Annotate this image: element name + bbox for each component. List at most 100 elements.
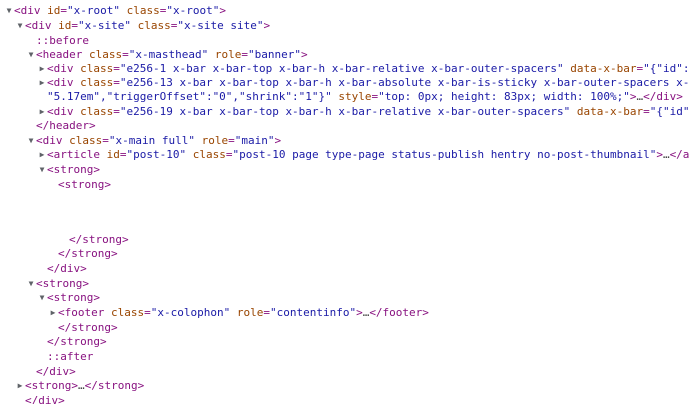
- dom-node-row[interactable]: </div>: [0, 261, 690, 276]
- tag-token: >: [656, 148, 663, 161]
- equals-sign: =: [228, 134, 235, 147]
- dom-node-row[interactable]: ▼ <header class="x-masthead" role="banner…: [0, 47, 690, 62]
- attribute-value: "{"id":"e2: [643, 62, 690, 75]
- tag-token: >: [356, 306, 363, 319]
- dom-node-row[interactable]: ▶ <strong>…</strong>: [0, 378, 690, 393]
- tag-token: </strong>: [69, 233, 129, 246]
- collapse-triangle-icon[interactable]: ▶: [37, 61, 47, 76]
- collapse-triangle-icon[interactable]: ▶: [37, 104, 47, 119]
- attribute-name: id: [106, 148, 120, 161]
- tag-token: <div: [47, 76, 81, 89]
- tag-token: >: [219, 4, 226, 17]
- collapse-triangle-icon[interactable]: ▶: [37, 75, 47, 90]
- text-node: [58, 218, 65, 231]
- dom-node-row[interactable]: </div>: [0, 393, 690, 404]
- dom-node-row[interactable]: "5.17em","triggerOffset":"0","shrink":"1…: [0, 89, 690, 104]
- dom-node-row[interactable]: </header>: [0, 118, 690, 133]
- dom-node-row[interactable]: <strong>: [0, 177, 690, 192]
- tag-token: <strong>: [36, 277, 89, 290]
- dom-node-row[interactable]: ▼ <strong>: [0, 276, 690, 291]
- attribute-name: style: [338, 90, 372, 103]
- attribute-name: data-x-bar: [570, 62, 637, 75]
- tag-token: <div: [47, 105, 81, 118]
- attribute-value: "5.17em","triggerOffset":"0","shrink":"1…: [47, 90, 332, 103]
- dom-node-row[interactable]: ::after: [0, 349, 690, 364]
- ellipsis-token: …: [77, 379, 85, 392]
- dom-node-row[interactable]: ::before: [0, 33, 690, 48]
- equals-sign: =: [643, 105, 650, 118]
- tag-token: <article: [47, 148, 107, 161]
- attribute-name: class: [110, 306, 145, 319]
- tag-token: <div: [25, 19, 59, 32]
- attribute-value: "x-root": [166, 4, 220, 17]
- expand-triangle-icon[interactable]: ▼: [26, 47, 36, 62]
- expand-triangle-icon[interactable]: ▼: [37, 290, 47, 305]
- equals-sign: =: [113, 105, 120, 118]
- tag-token: </footer>: [369, 306, 429, 319]
- dom-node-row[interactable]: ▶ <footer class="x-colophon" role="conten…: [0, 305, 690, 320]
- expand-triangle-icon[interactable]: ▼: [26, 133, 36, 148]
- attribute-name: class: [126, 4, 160, 17]
- attribute-value: "x-masthead": [128, 48, 209, 61]
- attribute-name: class: [192, 148, 226, 161]
- tag-token: <div: [14, 4, 48, 17]
- dom-node-row[interactable]: [0, 217, 690, 232]
- pseudo-element: ::after: [47, 350, 94, 363]
- tag-token: <strong>: [47, 291, 100, 304]
- dom-node-row[interactable]: </strong>: [0, 246, 690, 261]
- dom-node-row[interactable]: ▶ <article id="post-10" class="post-10 pa…: [0, 147, 690, 162]
- dom-node-row[interactable]: ▼ <div class="x-main full" role="main">: [0, 133, 690, 148]
- dom-node-row[interactable]: </strong>: [0, 334, 690, 349]
- attribute-name: class: [137, 19, 171, 32]
- tag-token: <strong>: [58, 178, 111, 191]
- tag-token: </div>: [36, 365, 76, 378]
- collapse-triangle-icon[interactable]: ▶: [37, 147, 47, 162]
- attribute-value: "e256-19 x-bar x-bar-top x-bar-h x-bar-r…: [119, 105, 571, 118]
- tag-token: [570, 105, 577, 118]
- equals-sign: =: [263, 306, 270, 319]
- dom-node-row[interactable]: ▼ <strong>: [0, 290, 690, 305]
- expand-triangle-icon[interactable]: ▼: [15, 18, 25, 33]
- dom-node-row[interactable]: </strong>: [0, 320, 690, 335]
- tag-token: <div: [47, 62, 81, 75]
- attribute-value: "x-site site": [177, 19, 264, 32]
- equals-sign: =: [241, 48, 248, 61]
- attribute-value: "contentinfo": [269, 306, 357, 319]
- tag-token: </header>: [36, 119, 96, 132]
- dom-node-row[interactable]: [0, 198, 690, 213]
- equals-sign: =: [122, 48, 129, 61]
- attribute-name: role: [201, 134, 229, 147]
- dom-node-row[interactable]: ▶ <div class="e256-13 x-bar x-bar-top x-b…: [0, 75, 690, 90]
- dom-node-row[interactable]: ▼ <strong>: [0, 162, 690, 177]
- tag-token: [131, 19, 138, 32]
- expand-triangle-icon[interactable]: ▼: [37, 162, 47, 177]
- expand-triangle-icon[interactable]: ▼: [26, 276, 36, 291]
- equals-sign: =: [60, 4, 67, 17]
- attribute-value: "e256-13 x-bar x-bar-top x-bar-h x-bar-a…: [119, 76, 690, 89]
- attribute-name: class: [88, 48, 123, 61]
- attribute-name: role: [214, 48, 242, 61]
- tag-token: [120, 4, 127, 17]
- tag-token: <header: [36, 48, 89, 61]
- attribute-value: "post-10": [126, 148, 187, 161]
- tag-token: <strong>: [25, 379, 78, 392]
- dom-node-row[interactable]: ▼ <div id="x-site" class="x-site site">: [0, 18, 690, 33]
- equals-sign: =: [102, 134, 109, 147]
- attribute-value: "e256-1 x-bar x-bar-top x-bar-h x-bar-re…: [119, 62, 564, 75]
- collapse-triangle-icon[interactable]: ▶: [48, 305, 58, 320]
- attribute-value: "main": [234, 134, 275, 147]
- dom-node-row[interactable]: </strong>: [0, 232, 690, 247]
- equals-sign: =: [144, 306, 151, 319]
- ellipsis-token: …: [662, 148, 670, 161]
- tag-token: [186, 148, 193, 161]
- tag-token: </div>: [47, 262, 87, 275]
- expand-triangle-icon[interactable]: ▼: [4, 3, 14, 18]
- attribute-value: "banner": [247, 48, 301, 61]
- dom-node-row[interactable]: ▶ <div class="e256-1 x-bar x-bar-top x-ba…: [0, 61, 690, 76]
- dom-node-row[interactable]: </div>: [0, 364, 690, 379]
- attribute-name: class: [80, 105, 114, 118]
- tag-token: <div: [36, 134, 70, 147]
- dom-node-row[interactable]: ▼ <div id="x-root" class="x-root">: [0, 3, 690, 18]
- dom-node-row[interactable]: ▶ <div class="e256-19 x-bar x-bar-top x-b…: [0, 104, 690, 119]
- collapse-triangle-icon[interactable]: ▶: [15, 378, 25, 393]
